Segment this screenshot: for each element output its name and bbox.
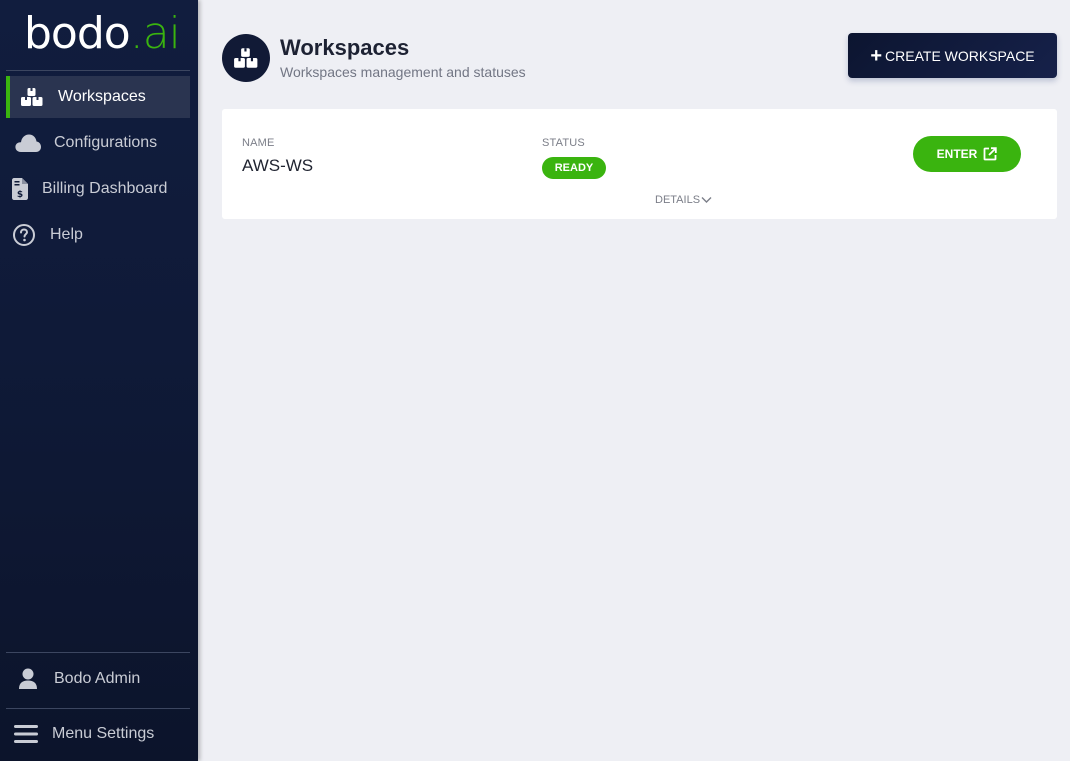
sidebar-divider [6,708,190,709]
plus-icon: + [870,44,883,67]
sidebar-divider [6,652,190,653]
logo-accent-text: .ai [129,8,181,59]
hamburger-menu-icon [12,720,40,748]
cloud-icon [14,129,42,157]
sidebar-item-label: Help [50,226,83,243]
invoice-dollar-icon: $ [10,175,30,203]
workspace-name: AWS-WS [242,156,314,175]
status-badge: READY [542,157,606,179]
status-column-label: STATUS [542,137,585,149]
page-title: Workspaces [280,35,410,60]
details-toggle[interactable]: DETAILS [655,194,712,206]
sidebar-item-label: Workspaces [58,88,146,105]
sidebar-divider [6,70,190,71]
sidebar-item-user[interactable]: Bodo Admin [6,658,190,700]
sidebar-item-billing-dashboard[interactable]: $ Billing Dashboard [6,168,190,210]
create-workspace-label: CREATE WORKSPACE [885,47,1035,64]
boxes-icon [234,48,258,68]
sidebar-item-configurations[interactable]: Configurations [6,122,190,164]
user-icon [14,665,42,693]
user-name: Bodo Admin [54,670,141,687]
logo-text: bodo [24,8,131,59]
workspaces-header-icon [222,34,270,82]
workspace-card: NAME AWS-WS STATUS READY ENTER DETAILS [222,109,1057,219]
sidebar: bodo.ai Workspaces Configurations $ Bill… [0,0,198,761]
bodo-logo[interactable]: bodo.ai [24,12,181,56]
page-subtitle: Workspaces management and statuses [280,64,526,80]
details-label: DETAILS [655,194,701,206]
sidebar-item-help[interactable]: Help [6,214,190,256]
name-column-label: NAME [242,137,275,149]
create-workspace-button[interactable]: + CREATE WORKSPACE [848,33,1057,78]
menu-settings-label: Menu Settings [52,725,155,742]
chevron-down-icon [701,197,712,203]
question-circle-icon [10,221,38,249]
svg-text:$: $ [17,190,23,200]
sidebar-item-label: Configurations [54,134,158,151]
enter-label: ENTER [936,147,978,161]
menu-settings-button[interactable]: Menu Settings [6,713,190,755]
sidebar-item-workspaces[interactable]: Workspaces [6,76,190,118]
enter-workspace-button[interactable]: ENTER [913,136,1021,172]
external-link-icon [983,147,998,161]
boxes-icon [18,83,46,111]
sidebar-item-label: Billing Dashboard [42,180,168,197]
